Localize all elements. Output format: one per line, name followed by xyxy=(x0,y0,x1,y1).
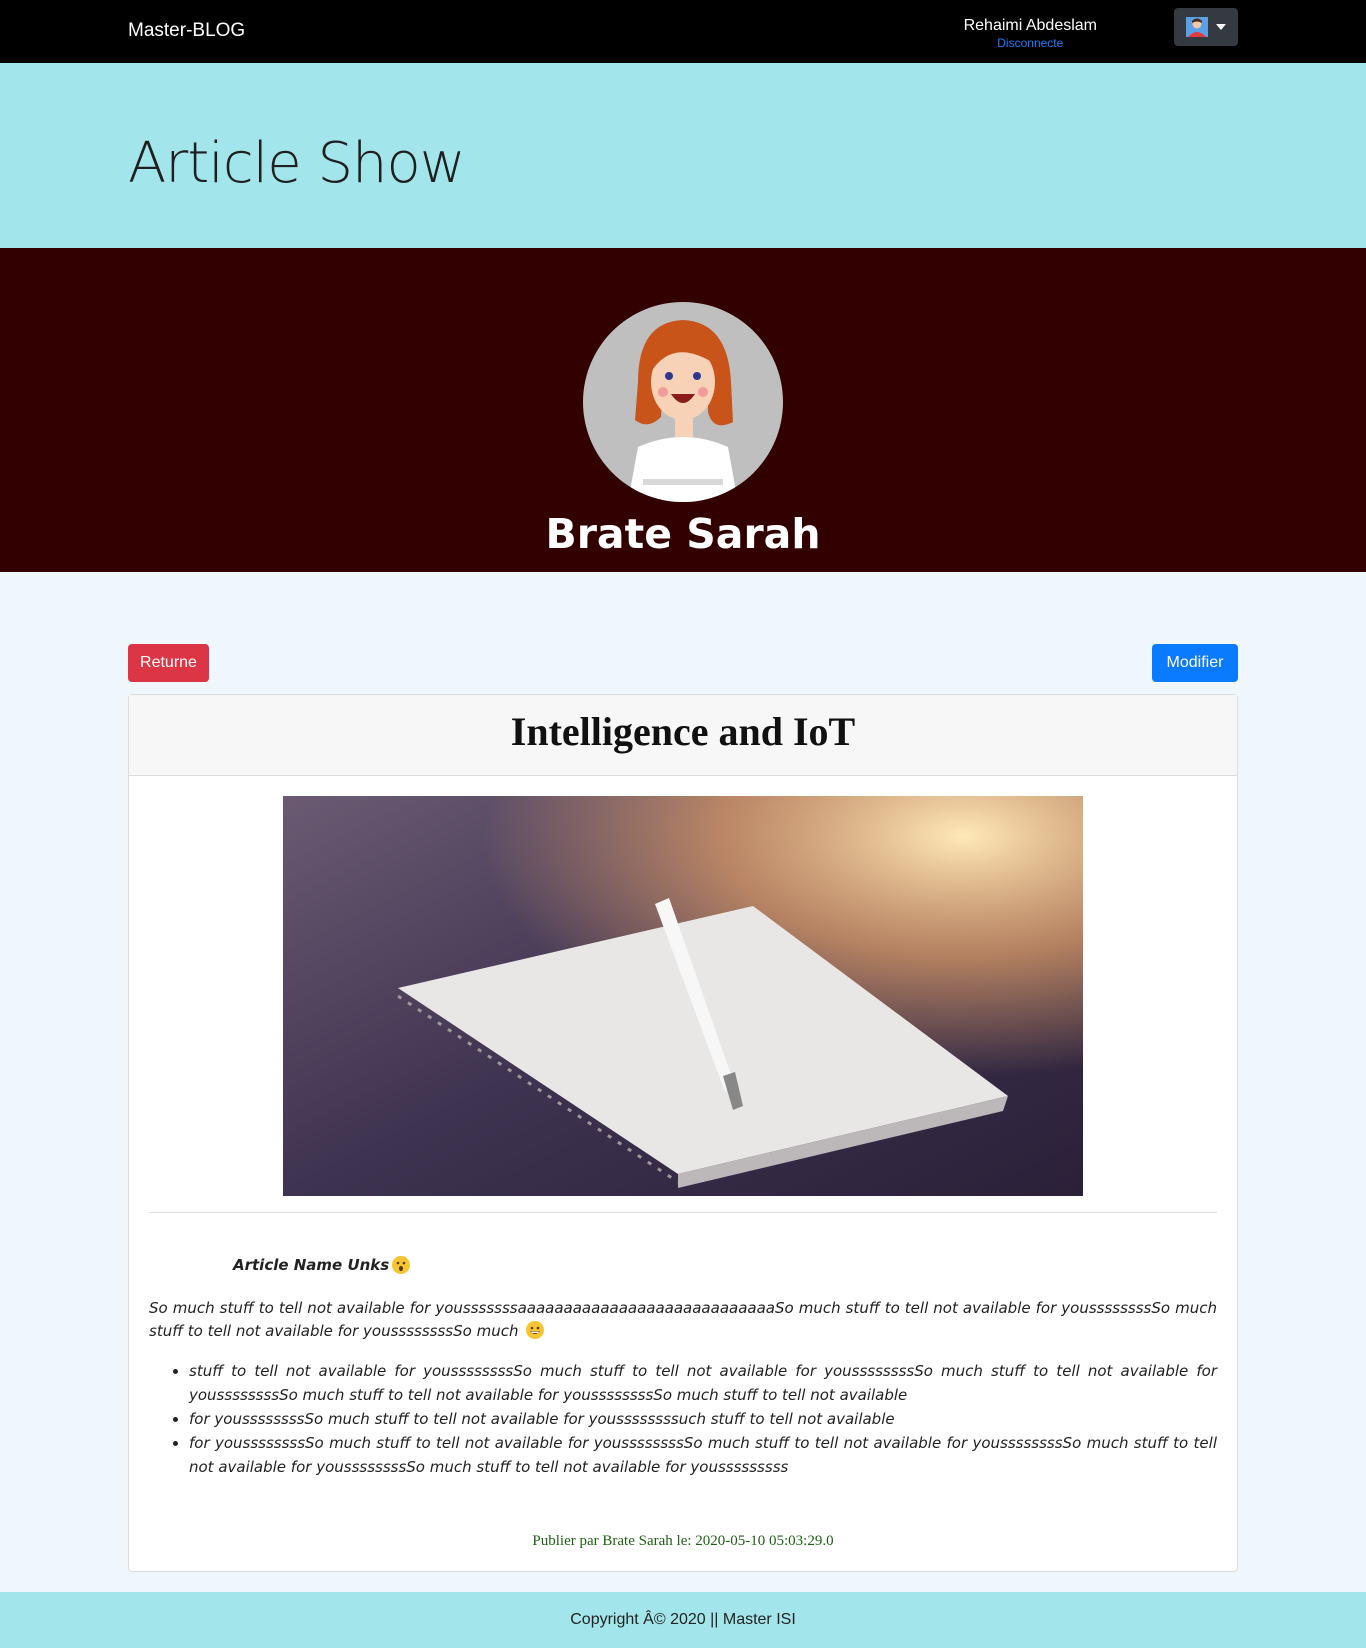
grinning-emoji-icon xyxy=(526,1321,545,1339)
article-body: Article Name Unks So much stuff to tell … xyxy=(149,1255,1217,1479)
page-header: Article Show xyxy=(0,63,1366,248)
author-banner: Brate Sarah xyxy=(0,248,1366,572)
modify-button[interactable]: Modifier xyxy=(1152,644,1238,682)
article-card: Intelligence and IoT Article Name Unks S… xyxy=(128,694,1238,1572)
content-divider xyxy=(149,1212,1217,1213)
user-menu-button[interactable] xyxy=(1174,8,1238,46)
brand-link[interactable]: Master-BLOG xyxy=(128,20,245,42)
article-heading-text: Article Name Unks xyxy=(233,1256,390,1274)
page-footer: Copyright Â© 2020 || Master ISI xyxy=(0,1592,1366,1648)
article-image xyxy=(283,796,1083,1196)
user-block: Rehaimi Abdeslam Disconnecte xyxy=(964,17,1097,50)
article-title: Intelligence and IoT xyxy=(510,709,856,754)
published-info: Publier par Brate Sarah le: 2020-05-10 0… xyxy=(532,1533,834,1549)
list-item: for youssssssssSo much stuff to tell not… xyxy=(189,1431,1217,1479)
page-title: Article Show xyxy=(128,131,466,196)
list-item: for youssssssssSo much stuff to tell not… xyxy=(189,1407,1217,1431)
article-list: stuff to tell not available for yousssss… xyxy=(149,1359,1217,1479)
return-button[interactable]: Returne xyxy=(128,644,209,682)
user-avatar-icon xyxy=(1186,17,1208,37)
article-heading: Article Name Unks xyxy=(149,1255,1217,1275)
copyright-text: Copyright Â© 2020 || Master ISI xyxy=(570,1611,796,1628)
caret-down-icon xyxy=(1216,24,1226,30)
surprised-emoji-icon xyxy=(392,1256,411,1274)
article-paragraph: So much stuff to tell not available for … xyxy=(149,1297,1217,1343)
top-navbar: Master-BLOG Rehaimi Abdeslam Disconnecte xyxy=(0,0,1366,63)
author-name: Brate Sarah xyxy=(545,510,821,558)
list-item: stuff to tell not available for yousssss… xyxy=(189,1359,1217,1407)
article-card-header: Intelligence and IoT xyxy=(129,695,1237,776)
article-paragraph-text: So much stuff to tell not available for … xyxy=(149,1299,1217,1340)
user-name: Rehaimi Abdeslam xyxy=(963,17,1097,34)
author-avatar xyxy=(583,302,783,502)
disconnect-link[interactable]: Disconnecte xyxy=(964,36,1097,50)
